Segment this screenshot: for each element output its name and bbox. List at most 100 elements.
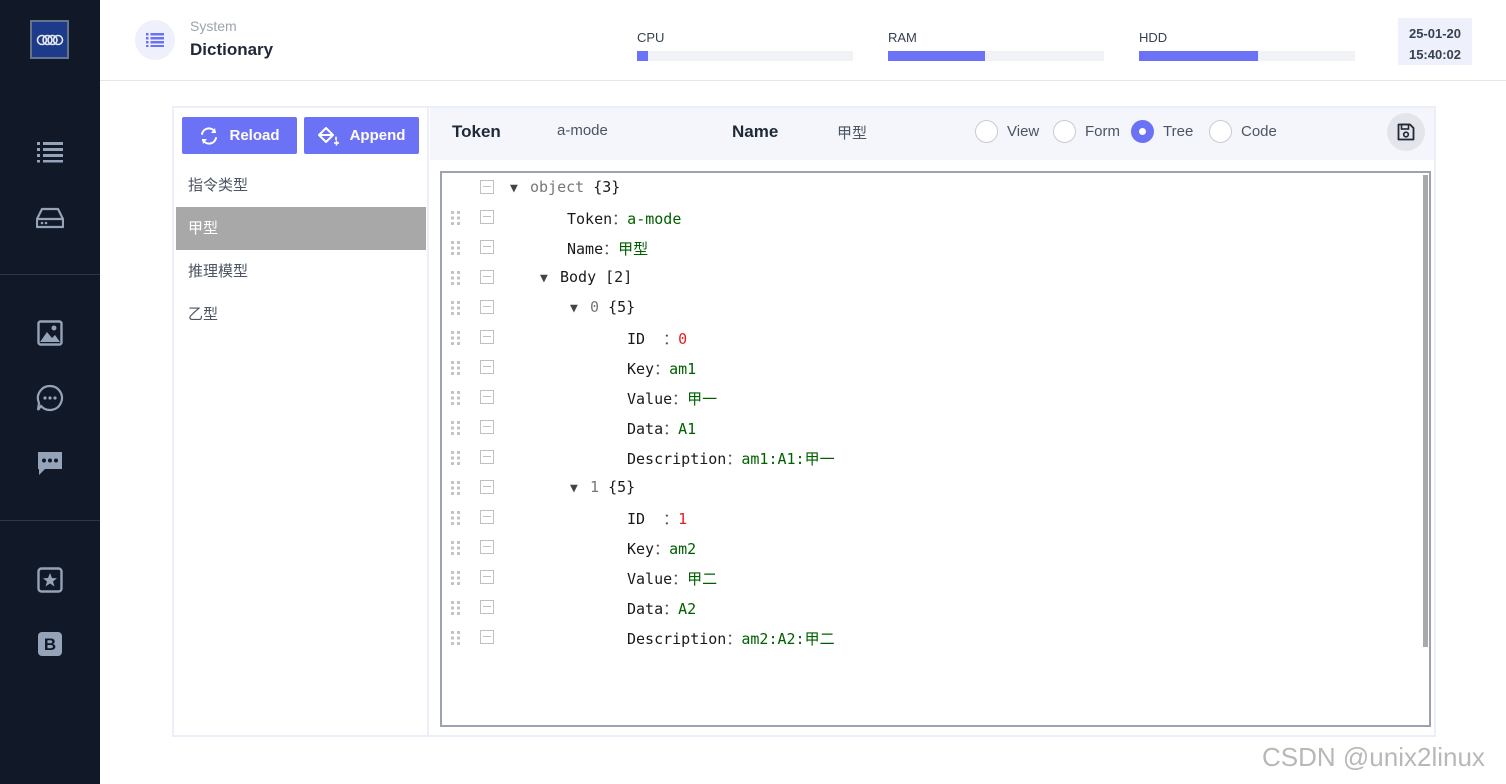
drag-handle-icon[interactable] (450, 570, 462, 586)
field-key[interactable]: Key (627, 360, 654, 378)
row-select-checkbox[interactable] (480, 510, 494, 524)
drag-handle-icon[interactable] (450, 510, 462, 526)
append-button[interactable]: Append (304, 117, 419, 154)
drag-handle-icon[interactable] (450, 360, 462, 376)
editor-scrollbar[interactable] (1423, 175, 1428, 647)
list-item[interactable]: 指令类型 (176, 164, 426, 207)
field-key[interactable]: Description (627, 450, 726, 468)
row-select-checkbox[interactable] (480, 180, 494, 194)
mode-radio-form[interactable]: Form (1053, 120, 1120, 143)
mode-label: View (1007, 123, 1040, 140)
field-key[interactable]: ID (627, 330, 663, 348)
drive-icon[interactable] (34, 202, 66, 234)
star-icon[interactable] (34, 564, 66, 596)
field-key[interactable]: Key (627, 540, 654, 558)
save-icon (1397, 123, 1415, 141)
field-key[interactable]: Data (627, 600, 663, 618)
drag-handle-icon[interactable] (450, 450, 462, 466)
drag-handle-icon[interactable] (450, 390, 462, 406)
field-value[interactable]: am1:A1:甲一 (741, 450, 834, 468)
field-key[interactable]: Token (567, 210, 612, 228)
field-value[interactable]: am2:A2:甲二 (741, 630, 834, 648)
field-value[interactable]: 甲型 (618, 240, 648, 258)
tree-row: ▼ Body [2] (442, 263, 1422, 293)
field-value[interactable]: A1 (678, 420, 696, 438)
field-value[interactable]: 0 (678, 330, 687, 348)
collapse-caret-icon[interactable]: ▼ (510, 181, 530, 196)
radio-circle[interactable] (1209, 120, 1232, 143)
detail-toolbar: Token a-mode Name 甲型 View Form Tree Code (430, 108, 1434, 160)
json-tree-editor[interactable]: ▼ object {3} Token：a-mode Name：甲型 ▼ Body… (440, 171, 1431, 727)
collapse-caret-icon[interactable]: ▼ (540, 271, 560, 286)
field-value[interactable]: 甲一 (687, 390, 717, 408)
tree-row: Key：am1 (442, 353, 1422, 383)
row-select-checkbox[interactable] (480, 630, 494, 644)
collapse-caret-icon[interactable]: ▼ (570, 301, 590, 316)
field-value[interactable]: am2 (669, 540, 696, 558)
hdd-label: HDD (1139, 30, 1168, 45)
collapse-caret-icon[interactable]: ▼ (570, 481, 590, 496)
drag-handle-icon[interactable] (450, 600, 462, 616)
row-select-checkbox[interactable] (480, 450, 494, 464)
field-value[interactable]: 甲二 (687, 570, 717, 588)
radio-circle[interactable] (1053, 120, 1076, 143)
drag-handle-icon[interactable] (450, 420, 462, 436)
field-key[interactable]: Body (560, 268, 596, 286)
row-select-checkbox[interactable] (480, 300, 494, 314)
mode-radio-code[interactable]: Code (1209, 120, 1277, 143)
list-item[interactable]: 乙型 (176, 293, 426, 336)
image-icon[interactable] (34, 317, 66, 349)
row-select-checkbox[interactable] (480, 600, 494, 614)
field-value[interactable]: 1 (678, 510, 687, 528)
list-item-selected[interactable]: 甲型 (176, 207, 426, 250)
append-label: Append (349, 127, 406, 144)
field-key[interactable]: Data (627, 420, 663, 438)
ram-bar-fill (888, 51, 986, 61)
tree-row: Value：甲一 (442, 383, 1422, 413)
mode-radio-view[interactable]: View (975, 120, 1039, 143)
drag-handle-icon[interactable] (450, 330, 462, 346)
drag-handle-icon[interactable] (450, 480, 462, 496)
row-select-checkbox[interactable] (480, 390, 494, 404)
radio-circle-selected[interactable] (1131, 120, 1154, 143)
row-select-checkbox[interactable] (480, 270, 494, 284)
token-value: a-mode (557, 122, 608, 139)
field-value[interactable]: a-mode (627, 210, 681, 228)
save-button[interactable] (1387, 113, 1425, 151)
sidebar-divider (0, 520, 100, 521)
hdd-bar-fill (1139, 51, 1258, 61)
drag-handle-icon[interactable] (450, 540, 462, 556)
field-key[interactable]: Value (627, 390, 672, 408)
drag-handle-icon[interactable] (450, 630, 462, 646)
reload-button[interactable]: Reload (182, 117, 297, 154)
row-select-checkbox[interactable] (480, 240, 494, 254)
drag-handle-icon[interactable] (450, 240, 462, 256)
row-select-checkbox[interactable] (480, 420, 494, 434)
row-select-checkbox[interactable] (480, 360, 494, 374)
tree-row: Description：am2:A2:甲二 (442, 623, 1422, 653)
radio-circle[interactable] (975, 120, 998, 143)
message-icon[interactable] (34, 447, 66, 479)
row-select-checkbox[interactable] (480, 330, 494, 344)
mode-radio-tree[interactable]: Tree (1131, 120, 1193, 143)
app-logo[interactable] (30, 20, 69, 59)
row-select-checkbox[interactable] (480, 540, 494, 554)
field-value[interactable]: A2 (678, 600, 696, 618)
chat-icon[interactable] (34, 382, 66, 414)
field-key[interactable]: Name (567, 240, 603, 258)
field-key[interactable]: Description (627, 630, 726, 648)
field-value[interactable]: am1 (669, 360, 696, 378)
field-key[interactable]: Value (627, 570, 672, 588)
field-key[interactable]: ID (627, 510, 663, 528)
drag-handle-icon[interactable] (450, 300, 462, 316)
drag-handle-icon[interactable] (450, 210, 462, 226)
list-item[interactable]: 推理模型 (176, 250, 426, 293)
list-icon[interactable] (34, 136, 66, 168)
detail-pane: Token a-mode Name 甲型 View Form Tree Code… (430, 108, 1434, 735)
drag-handle-icon[interactable] (450, 270, 462, 286)
bold-b-icon[interactable]: B (34, 628, 66, 660)
row-select-checkbox[interactable] (480, 210, 494, 224)
cpu-label: CPU (637, 30, 665, 45)
row-select-checkbox[interactable] (480, 570, 494, 584)
row-select-checkbox[interactable] (480, 480, 494, 494)
